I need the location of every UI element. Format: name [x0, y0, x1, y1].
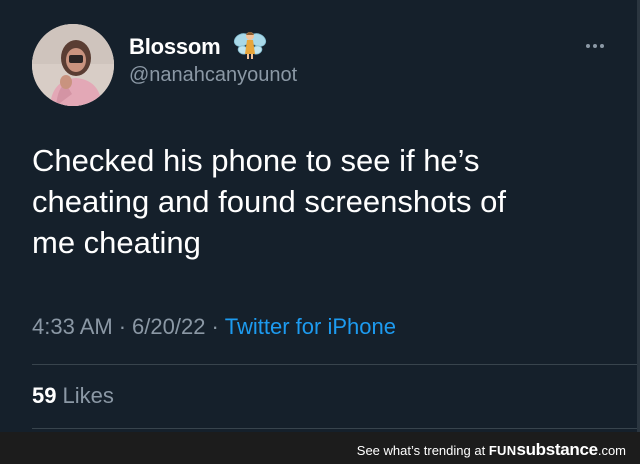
display-name[interactable]: Blossom [129, 34, 221, 60]
tweet-time[interactable]: 4:33 AM [32, 314, 113, 339]
footer-brand-substance: substance [516, 440, 598, 459]
tweet-text-line: Checked his phone to see if he’s [32, 143, 480, 178]
watermark-footer: See what’s trending at FUNsubstance.com [0, 432, 640, 464]
footer-brand-fun: FUN [488, 443, 517, 458]
dot [600, 44, 604, 48]
tweet-card: Blossom @nanahcanyounot Checked his phon… [0, 0, 640, 432]
footer-text[interactable]: See what’s trending at FUNsubstance.com [357, 440, 626, 460]
avatar[interactable] [32, 24, 114, 106]
meta-separator: · [211, 314, 219, 339]
more-options-icon[interactable] [583, 38, 607, 54]
handle[interactable]: @nanahcanyounot [129, 64, 297, 87]
likes-count: 59 [32, 383, 57, 408]
divider [32, 364, 640, 365]
dot [586, 44, 590, 48]
tweet-text-line: cheating and found screenshots of [32, 184, 506, 219]
footer-prefix: See what’s trending at [356, 443, 486, 458]
likes-link[interactable]: 59 Likes [32, 383, 114, 409]
tweet-date[interactable]: 6/20/22 [132, 314, 205, 339]
tweet-source-link[interactable]: Twitter for iPhone [225, 314, 396, 339]
footer-brand-tld: .com [597, 443, 626, 458]
meta-separator: · [118, 314, 127, 339]
tweet-meta: 4:33 AM · 6/20/22 · Twitter for iPhone [32, 314, 396, 340]
divider [32, 428, 640, 429]
likes-label: Likes [62, 383, 114, 408]
tweet-text-line: me cheating [32, 225, 201, 260]
dot [593, 44, 597, 48]
fairy-emoji-icon [233, 28, 267, 62]
profile-photo-icon [32, 24, 114, 106]
tweet-text: Checked his phone to see if he’s cheatin… [32, 140, 612, 263]
